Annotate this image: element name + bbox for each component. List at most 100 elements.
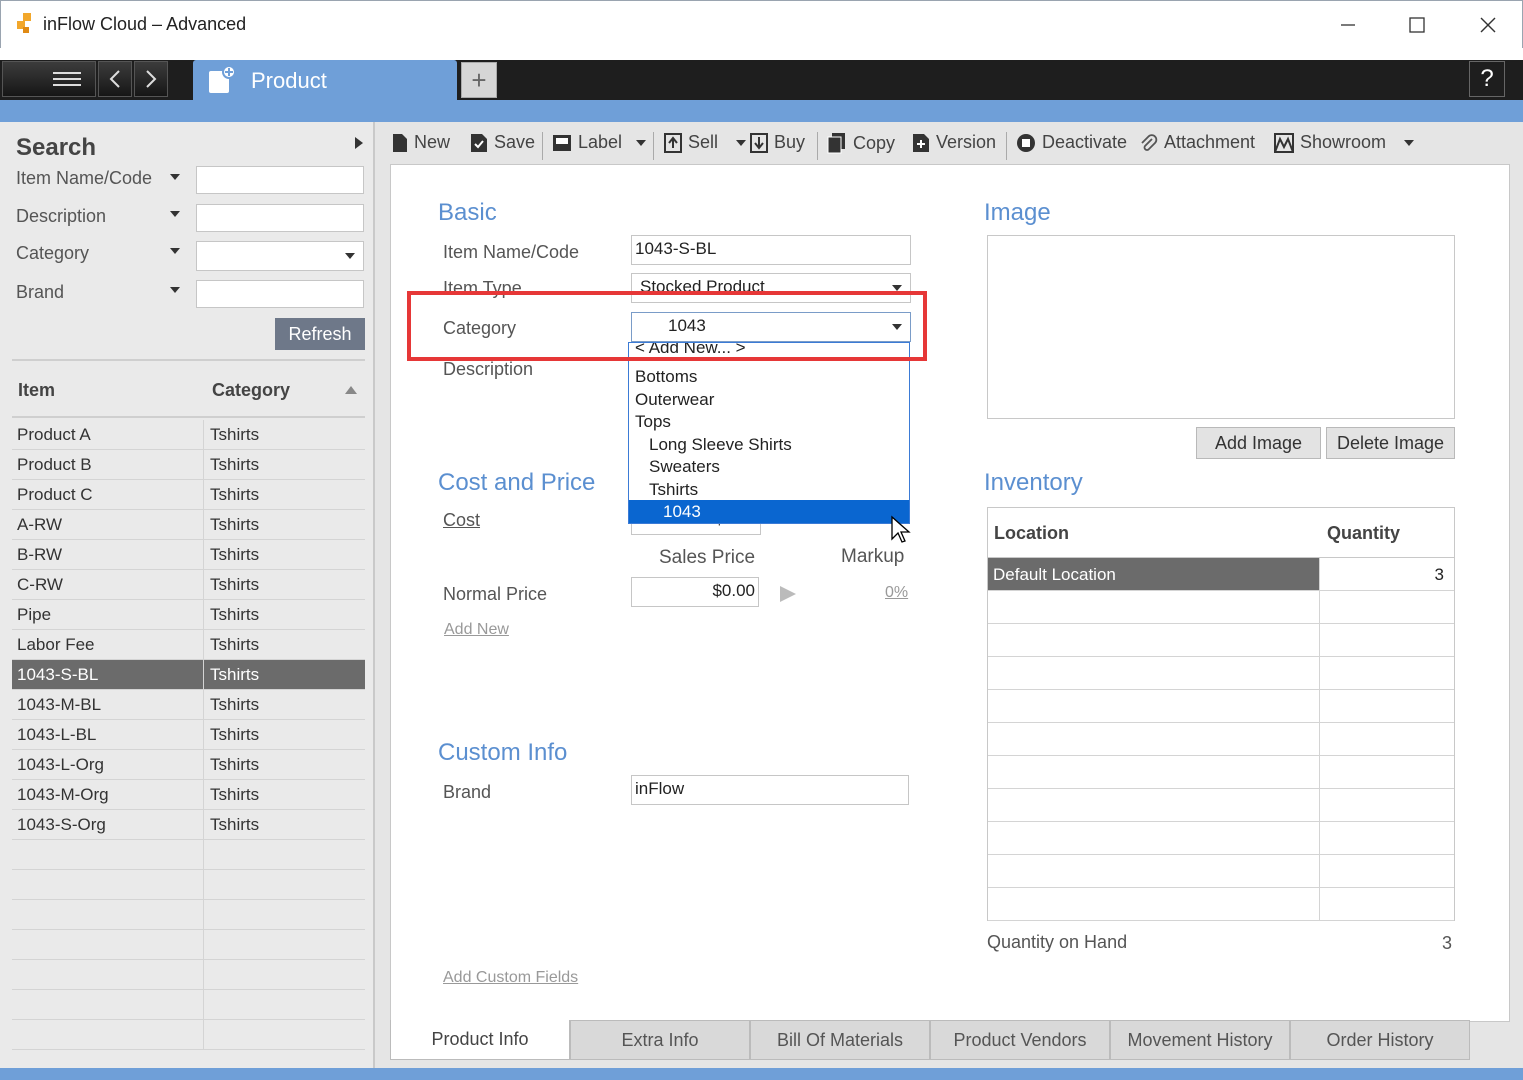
help-button[interactable]: ?	[1469, 61, 1505, 97]
save-icon	[471, 133, 487, 152]
table-row[interactable]: A-RW Tshirts	[12, 510, 365, 540]
table-row[interactable]: Labor Fee Tshirts	[12, 630, 365, 660]
dropdown-option-bottoms[interactable]: Bottoms	[629, 365, 909, 388]
maximize-button[interactable]	[1394, 9, 1440, 41]
inventory-empty-row[interactable]	[988, 756, 1454, 789]
search-description-input[interactable]	[196, 204, 364, 232]
save-button[interactable]: Save	[470, 132, 535, 153]
grid-header: Item Category	[12, 370, 365, 418]
add-custom-fields-link[interactable]: Add Custom Fields	[443, 969, 578, 987]
play-arrow-icon[interactable]	[779, 585, 797, 603]
column-header-item[interactable]: Item	[18, 380, 55, 401]
dropdown-option-outerwear[interactable]: Outerwear	[629, 388, 909, 411]
category-dropdown-list[interactable]: < Add New... > Bottoms Outerwear Tops Lo…	[628, 342, 910, 524]
add-tab-button[interactable]: +	[461, 62, 497, 98]
tab-product[interactable]: Product	[193, 60, 457, 101]
delete-image-button[interactable]: Delete Image	[1326, 427, 1455, 459]
table-row[interactable]: 1043-M-Org Tshirts	[12, 780, 365, 810]
chevron-down-icon[interactable]	[1404, 139, 1415, 146]
table-row[interactable]: 1043-S-BL Tshirts	[12, 660, 365, 690]
minimize-button[interactable]	[1325, 9, 1371, 41]
attachment-button[interactable]: Attachment	[1138, 132, 1255, 153]
showroom-button[interactable]: Showroom	[1274, 132, 1415, 153]
label-button[interactable]: Label	[552, 132, 647, 153]
close-button[interactable]	[1465, 9, 1511, 41]
collapse-arrow-icon[interactable]	[354, 136, 364, 150]
image-area[interactable]	[987, 235, 1455, 419]
save-label: Save	[494, 132, 536, 152]
inventory-empty-row[interactable]	[988, 591, 1454, 624]
brand-input[interactable]: inFlow	[631, 775, 909, 805]
search-title: Search	[16, 134, 97, 161]
label-printer-icon	[553, 134, 571, 151]
table-row[interactable]: 1043-S-Org Tshirts	[12, 810, 365, 840]
table-row[interactable]: 1043-L-Org Tshirts	[12, 750, 365, 780]
search-brand-input[interactable]	[196, 280, 364, 308]
back-button[interactable]	[98, 61, 132, 97]
deactivate-button[interactable]: Deactivate	[1016, 132, 1127, 153]
normal-price-input[interactable]: $0.00	[631, 577, 759, 607]
table-row[interactable]: Pipe Tshirts	[12, 600, 365, 630]
chevron-down-icon[interactable]	[736, 139, 747, 146]
table-row[interactable]: 1043-L-BL Tshirts	[12, 720, 365, 750]
category-cell: Tshirts	[210, 815, 260, 834]
inventory-empty-row[interactable]	[988, 690, 1454, 723]
buy-button[interactable]: Buy	[750, 132, 805, 153]
cost-label[interactable]: Cost	[443, 510, 480, 531]
category-dropdown-button[interactable]	[337, 242, 363, 270]
dropdown-option-long-sleeve-shirts[interactable]: Long Sleeve Shirts	[629, 433, 909, 456]
inventory-empty-row[interactable]	[988, 723, 1454, 756]
inventory-empty-row[interactable]	[988, 855, 1454, 888]
brand-label: Brand	[443, 782, 492, 802]
inventory-empty-row[interactable]	[988, 657, 1454, 690]
tab-product-vendors[interactable]: Product Vendors	[930, 1020, 1110, 1060]
add-new-price-link[interactable]: Add New	[444, 621, 509, 639]
add-image-button[interactable]: Add Image	[1196, 427, 1321, 459]
markup-value-link[interactable]: 0%	[885, 584, 908, 602]
refresh-button[interactable]: Refresh	[275, 318, 365, 350]
table-row[interactable]: Product B Tshirts	[12, 450, 365, 480]
new-button[interactable]: New	[392, 132, 450, 153]
version-button[interactable]: Version	[912, 132, 996, 153]
item-cell: Pipe	[17, 605, 52, 624]
column-divider	[203, 900, 204, 930]
chevron-down-icon[interactable]	[636, 139, 647, 146]
dropdown-option-tops[interactable]: Tops	[629, 410, 909, 433]
section-inventory-title: Inventory	[984, 469, 1083, 496]
tab-product-info[interactable]: Product Info	[390, 1020, 570, 1060]
table-row[interactable]: Product C Tshirts	[12, 480, 365, 510]
forward-button[interactable]	[134, 61, 168, 97]
inventory-row[interactable]: Default Location 3	[988, 558, 1454, 591]
column-divider	[203, 540, 204, 570]
dropdown-option-1043[interactable]: 1043	[629, 500, 909, 523]
tab-order-history[interactable]: Order History	[1290, 1020, 1470, 1060]
dropdown-option-sweaters[interactable]: Sweaters	[629, 455, 909, 478]
copy-button[interactable]: Copy	[827, 132, 895, 154]
dropdown-option-tshirts[interactable]: Tshirts	[629, 478, 909, 501]
item-name-input[interactable]: 1043-S-BL	[631, 235, 911, 265]
caret-down-icon[interactable]	[170, 248, 180, 254]
inventory-empty-row[interactable]	[988, 624, 1454, 657]
inventory-empty-row[interactable]	[988, 888, 1454, 921]
table-row[interactable]: B-RW Tshirts	[12, 540, 365, 570]
sell-button[interactable]: Sell	[664, 132, 747, 153]
table-row[interactable]: Product A Tshirts	[12, 420, 365, 450]
column-header-location: Location	[994, 523, 1069, 543]
caret-down-icon[interactable]	[170, 211, 180, 217]
tab-movement-history[interactable]: Movement History	[1110, 1020, 1290, 1060]
inventory-empty-row[interactable]	[988, 822, 1454, 855]
search-category-select[interactable]	[196, 241, 364, 271]
tab-bill-of-materials[interactable]: Bill Of Materials	[750, 1020, 930, 1060]
search-item-name-input[interactable]	[196, 166, 364, 194]
tab-extra-info[interactable]: Extra Info	[570, 1020, 750, 1060]
table-row[interactable]: 1043-M-BL Tshirts	[12, 690, 365, 720]
inventory-empty-row[interactable]	[988, 789, 1454, 822]
table-row[interactable]: C-RW Tshirts	[12, 570, 365, 600]
caret-down-icon[interactable]	[170, 287, 180, 293]
caret-down-icon[interactable]	[170, 174, 180, 180]
column-header-category[interactable]: Category	[212, 380, 290, 401]
column-divider	[203, 810, 204, 840]
category-cell: Tshirts	[210, 665, 260, 684]
search-sidebar: Search Item Name/Code Description Catego…	[0, 122, 375, 1068]
menu-button[interactable]	[2, 61, 96, 97]
